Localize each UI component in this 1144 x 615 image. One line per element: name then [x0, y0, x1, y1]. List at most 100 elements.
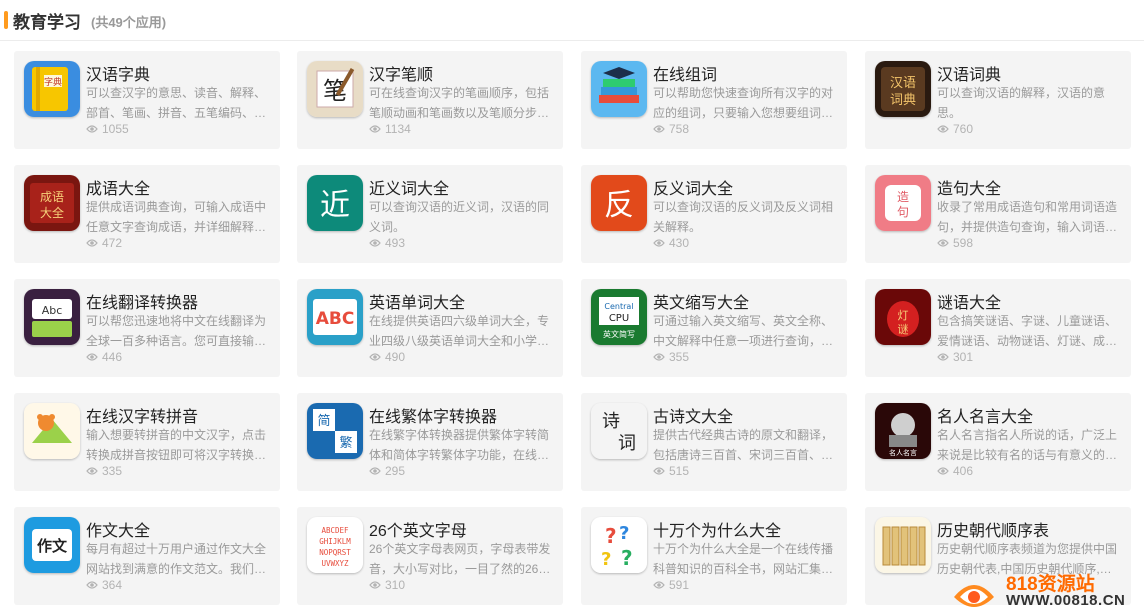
- app-card[interactable]: 笔汉字笔顺 可在线查询汉字的笔画顺序，包括笔顺动画和笔画数以及笔顺分步… 1134: [297, 51, 563, 149]
- abc-book-icon[interactable]: ABC: [307, 289, 363, 345]
- eye-icon: [653, 353, 665, 361]
- svg-text:UVWXYZ: UVWXYZ: [321, 559, 349, 568]
- svg-text:造: 造: [897, 190, 909, 204]
- svg-text:反: 反: [604, 188, 634, 223]
- antonym-icon[interactable]: 反: [591, 175, 647, 231]
- svg-text:词: 词: [618, 433, 636, 454]
- app-name[interactable]: 作文大全: [86, 517, 150, 541]
- view-count: 758: [653, 122, 689, 136]
- eye-icon: [86, 581, 98, 589]
- app-name[interactable]: 谜语大全: [937, 289, 1001, 313]
- app-description: 可以查询汉语的解释，汉语的意思。: [937, 86, 1106, 120]
- translate-icon[interactable]: Abc: [24, 289, 80, 345]
- alphabet-icon[interactable]: ABCDEF GHIJKLM NOPQRST UVWXYZ: [307, 517, 363, 573]
- app-name[interactable]: 在线繁体字转换器: [369, 403, 497, 427]
- eye-icon: [86, 239, 98, 247]
- app-name[interactable]: 古诗文大全: [653, 403, 733, 427]
- app-card[interactable]: 造句造句大全 收录了常用成语造句和常用词语造句，并提供造句查询，输入词语… 598: [865, 165, 1131, 263]
- view-count: 430: [653, 236, 689, 250]
- app-card[interactable]: 灯谜谜语大全 包含搞笑谜语、字谜、儿童谜语、爱情谜语、动物谜语、灯谜、成… 301: [865, 279, 1131, 377]
- app-name[interactable]: 汉字笔顺: [369, 61, 433, 85]
- app-description: 在线繁字体转换器提供繁体字转简体和简体字转繁体字功能，在线…: [369, 428, 550, 462]
- app-description: 可以查汉字的意思、读音、解释、部首、笔画、拼音、五笔编码、…: [86, 86, 267, 120]
- bamboo-scroll-icon[interactable]: [875, 517, 931, 573]
- poem-icon[interactable]: 诗词: [591, 403, 647, 459]
- view-count-value: 758: [669, 122, 690, 136]
- svg-text:NOPQRST: NOPQRST: [319, 548, 351, 557]
- idiom-book-icon[interactable]: 成语 大全: [24, 175, 80, 231]
- app-name[interactable]: 反义词大全: [653, 175, 733, 199]
- app-card[interactable]: 反反义词大全 可以查询汉语的反义词及反义词相关解释。 430: [581, 165, 847, 263]
- svg-text:?: ?: [601, 549, 611, 570]
- app-name[interactable]: 成语大全: [86, 175, 150, 199]
- watermark-logo-icon: [954, 585, 994, 607]
- portrait-icon[interactable]: 名人名言: [875, 403, 931, 459]
- app-card[interactable]: 在线汉字转拼音 输入想要转拼音的中文汉字，点击转换成拼音按钮即可将汉字转换… 335: [14, 393, 280, 491]
- svg-text:?: ?: [619, 523, 629, 544]
- lantern-icon[interactable]: 灯谜: [875, 289, 931, 345]
- app-description: 每月有超过十万用户通过作文大全网站找到满意的作文范文。我们…: [86, 542, 267, 576]
- app-name[interactable]: 名人名言大全: [937, 403, 1033, 427]
- app-card[interactable]: ABCDEF GHIJKLM NOPQRST UVWXYZ 26个英文字母 26个英文字母…: [297, 507, 563, 605]
- app-name[interactable]: 造句大全: [937, 175, 1001, 199]
- app-name[interactable]: 在线组词: [653, 61, 717, 85]
- view-count-value: 598: [953, 236, 974, 250]
- view-count-value: 1055: [102, 122, 129, 136]
- app-description: 收录了常用成语造句和常用词语造句，并提供造句查询，输入词语…: [937, 200, 1118, 234]
- app-name[interactable]: 英文缩写大全: [653, 289, 749, 313]
- view-count-value: 364: [102, 578, 123, 592]
- dictionary-icon[interactable]: 汉语 词典: [875, 61, 931, 117]
- app-card[interactable]: 名人名言 名人名言大全 名人名言指名人所说的话，广泛上来说是比较有名的话与有意义的……: [865, 393, 1131, 491]
- book-icon[interactable]: 字典: [24, 61, 80, 117]
- eye-icon: [653, 239, 665, 247]
- sentence-icon[interactable]: 造句: [875, 175, 931, 231]
- app-card[interactable]: 诗词古诗文大全 提供古代经典古诗的原文和翻译，包括唐诗三百首、宋词三百首、… 515: [581, 393, 847, 491]
- app-name[interactable]: 英语单词大全: [369, 289, 465, 313]
- app-description: 十万个为什么大全是一个在线传播科普知识的百科全书，网站汇集…: [653, 542, 834, 576]
- app-name[interactable]: 十万个为什么大全: [653, 517, 781, 541]
- app-card[interactable]: 在线组词 可以帮助您快速查询所有汉字的对应的组词，只要输入您想要组词… 758: [581, 51, 847, 149]
- view-count-value: 335: [102, 464, 123, 478]
- view-count: 355: [653, 350, 689, 364]
- essay-icon[interactable]: 作文: [24, 517, 80, 573]
- app-card[interactable]: ???? 十万个为什么大全 十万个为什么大全是一个在线传播科普知识的百科全书，网站汇…: [581, 507, 847, 605]
- watermark: 818资源站 WWW.00818.CN: [946, 567, 1144, 615]
- teddy-bear-icon[interactable]: [24, 403, 80, 459]
- svg-text:英文简写: 英文简写: [603, 329, 635, 339]
- app-name[interactable]: 26个英文字母: [369, 517, 467, 541]
- app-card[interactable]: Abc 在线翻译转换器 可以帮您迅速地将中文在线翻译为全球一百多种语言。您可直接输……: [14, 279, 280, 377]
- app-name[interactable]: 在线翻译转换器: [86, 289, 198, 313]
- books-graduate-icon[interactable]: [591, 61, 647, 117]
- app-card[interactable]: 作文 作文大全 每月有超过十万用户通过作文大全网站找到满意的作文范文。我们… 364: [14, 507, 280, 605]
- app-description: 名人名言指名人所说的话，广泛上来说是比较有名的话与有意义的…: [937, 428, 1118, 462]
- view-count-value: 1134: [385, 122, 411, 136]
- app-name[interactable]: 汉语字典: [86, 61, 150, 85]
- svg-text:汉语: 汉语: [890, 76, 916, 91]
- cpu-icon[interactable]: Central CPU 英文简写: [591, 289, 647, 345]
- svg-text:字典: 字典: [44, 76, 62, 88]
- app-name[interactable]: 汉语词典: [937, 61, 1001, 85]
- view-count: 493: [369, 236, 405, 250]
- writing-brush-icon[interactable]: 笔: [307, 61, 363, 117]
- app-card[interactable]: 简繁在线繁体字转换器 在线繁字体转换器提供繁体字转简体和简体字转繁体字功能，在线……: [297, 393, 563, 491]
- app-card[interactable]: 近近义词大全 可以查询汉语的近义词，汉语的同义词。 493: [297, 165, 563, 263]
- synonym-icon[interactable]: 近: [307, 175, 363, 231]
- app-description: 包含搞笑谜语、字谜、儿童谜语、爱情谜语、动物谜语、灯谜、成…: [937, 314, 1118, 348]
- app-name[interactable]: 在线汉字转拼音: [86, 403, 198, 427]
- eye-icon: [86, 467, 98, 475]
- view-count: 295: [369, 464, 405, 478]
- app-card[interactable]: 字典 汉语字典 可以查汉字的意思、读音、解释、部首、笔画、拼音、五笔编码、… 1055: [14, 51, 280, 149]
- app-card[interactable]: ABC 英语单词大全 在线提供英语四六级单词大全，专业四级八级英语单词大全和小学… 4…: [297, 279, 563, 377]
- app-name[interactable]: 近义词大全: [369, 175, 449, 199]
- view-count: 1055: [86, 122, 129, 136]
- app-name[interactable]: 历史朝代顺序表: [937, 517, 1049, 541]
- view-count: 1134: [369, 122, 411, 136]
- app-card[interactable]: 成语 大全 成语大全 提供成语词典查询，可输入成语中任意文字查询成语，并详细解释… 47…: [14, 165, 280, 263]
- traditional-icon[interactable]: 简繁: [307, 403, 363, 459]
- svg-text:繁: 繁: [339, 435, 352, 451]
- view-count: 364: [86, 578, 122, 592]
- question-marks-icon[interactable]: ????: [591, 517, 647, 573]
- app-description: 可在线查询汉字的笔画顺序，包括笔顺动画和笔画数以及笔顺分步…: [369, 86, 550, 120]
- app-card[interactable]: Central CPU 英文简写 英文缩写大全 可通过输入英文缩写、英文全称、中文解释中…: [581, 279, 847, 377]
- app-card[interactable]: 汉语 词典 汉语词典 可以查询汉语的解释，汉语的意思。 760: [865, 51, 1131, 149]
